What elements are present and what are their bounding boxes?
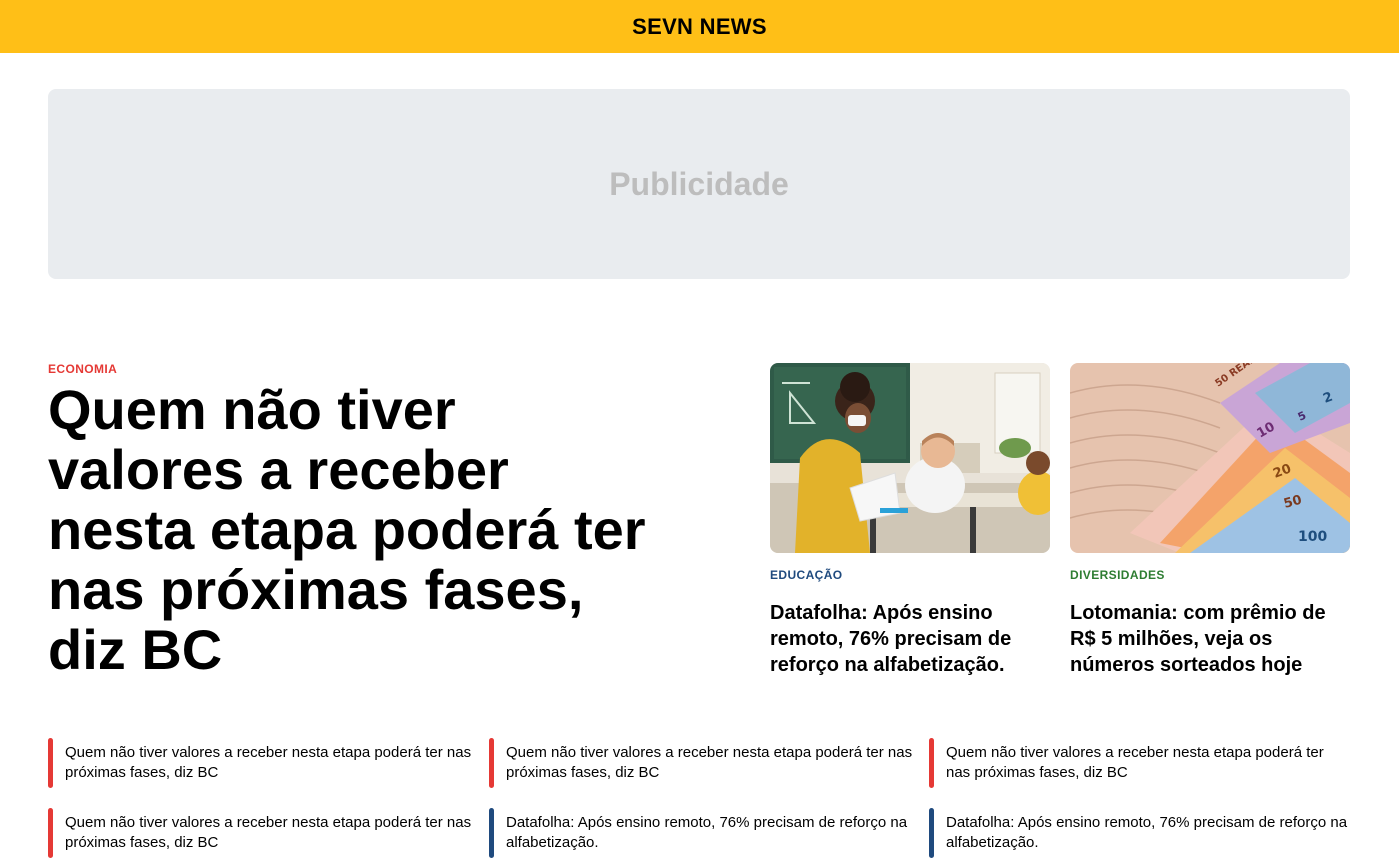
hero-headline[interactable]: Quem não tiver valores a receber nesta e… xyxy=(48,380,648,680)
list-item-text[interactable]: Quem não tiver valores a receber nesta e… xyxy=(506,738,929,788)
list-accent-bar xyxy=(489,738,494,788)
banknotes-image[interactable]: 50 REAIS 10 20 50 100 2 5 xyxy=(1070,363,1350,553)
site-logo[interactable]: SEVN NEWS xyxy=(632,14,767,40)
top-header: SEVN NEWS xyxy=(0,0,1399,53)
list-item-text[interactable]: Quem não tiver valores a receber nesta e… xyxy=(65,738,489,788)
list-accent-bar xyxy=(929,738,934,788)
list-item-text[interactable]: Quem não tiver valores a receber nesta e… xyxy=(65,808,489,858)
card-category-tag[interactable]: DIVERSIDADES xyxy=(1070,568,1350,582)
headline-list-item[interactable]: Quem não tiver valores a receber nesta e… xyxy=(489,738,929,788)
teacher-classroom-image[interactable] xyxy=(770,363,1050,553)
hero-category-tag[interactable]: ECONOMIA xyxy=(48,362,648,376)
list-item-text[interactable]: Datafolha: Após ensino remoto, 76% preci… xyxy=(946,808,1358,858)
headline-list-item[interactable]: Datafolha: Após ensino remoto, 76% preci… xyxy=(489,808,929,858)
headline-list-item[interactable]: Quem não tiver valores a receber nesta e… xyxy=(48,808,489,858)
list-item-text[interactable]: Datafolha: Após ensino remoto, 76% preci… xyxy=(506,808,929,858)
list-accent-bar xyxy=(48,808,53,858)
list-accent-bar xyxy=(489,808,494,858)
card-headline[interactable]: Lotomania: com prêmio de R$ 5 milhões, v… xyxy=(1070,600,1350,678)
headline-list-item[interactable]: Datafolha: Após ensino remoto, 76% preci… xyxy=(929,808,1358,858)
card-category-tag[interactable]: EDUCAÇÃO xyxy=(770,568,1050,582)
headline-list-item[interactable]: Quem não tiver valores a receber nesta e… xyxy=(929,738,1358,788)
hero-story[interactable]: ECONOMIA Quem não tiver valores a recebe… xyxy=(48,362,648,680)
ad-banner[interactable]: Publicidade xyxy=(48,89,1350,279)
ad-label: Publicidade xyxy=(609,165,789,202)
list-item-text[interactable]: Quem não tiver valores a receber nesta e… xyxy=(946,738,1358,788)
news-card-diversities[interactable]: 50 REAIS 10 20 50 100 2 5 DIVERSIDADES L… xyxy=(1070,363,1350,678)
headline-list-item[interactable]: Quem não tiver valores a receber nesta e… xyxy=(48,738,489,788)
svg-text:100: 100 xyxy=(1298,529,1327,545)
card-headline[interactable]: Datafolha: Após ensino remoto, 76% preci… xyxy=(770,600,1050,678)
news-card-education[interactable]: EDUCAÇÃO Datafolha: Após ensino remoto, … xyxy=(770,363,1050,678)
related-headlines: Quem não tiver valores a receber nesta e… xyxy=(48,738,1358,858)
list-accent-bar xyxy=(48,738,53,788)
list-accent-bar xyxy=(929,808,934,858)
